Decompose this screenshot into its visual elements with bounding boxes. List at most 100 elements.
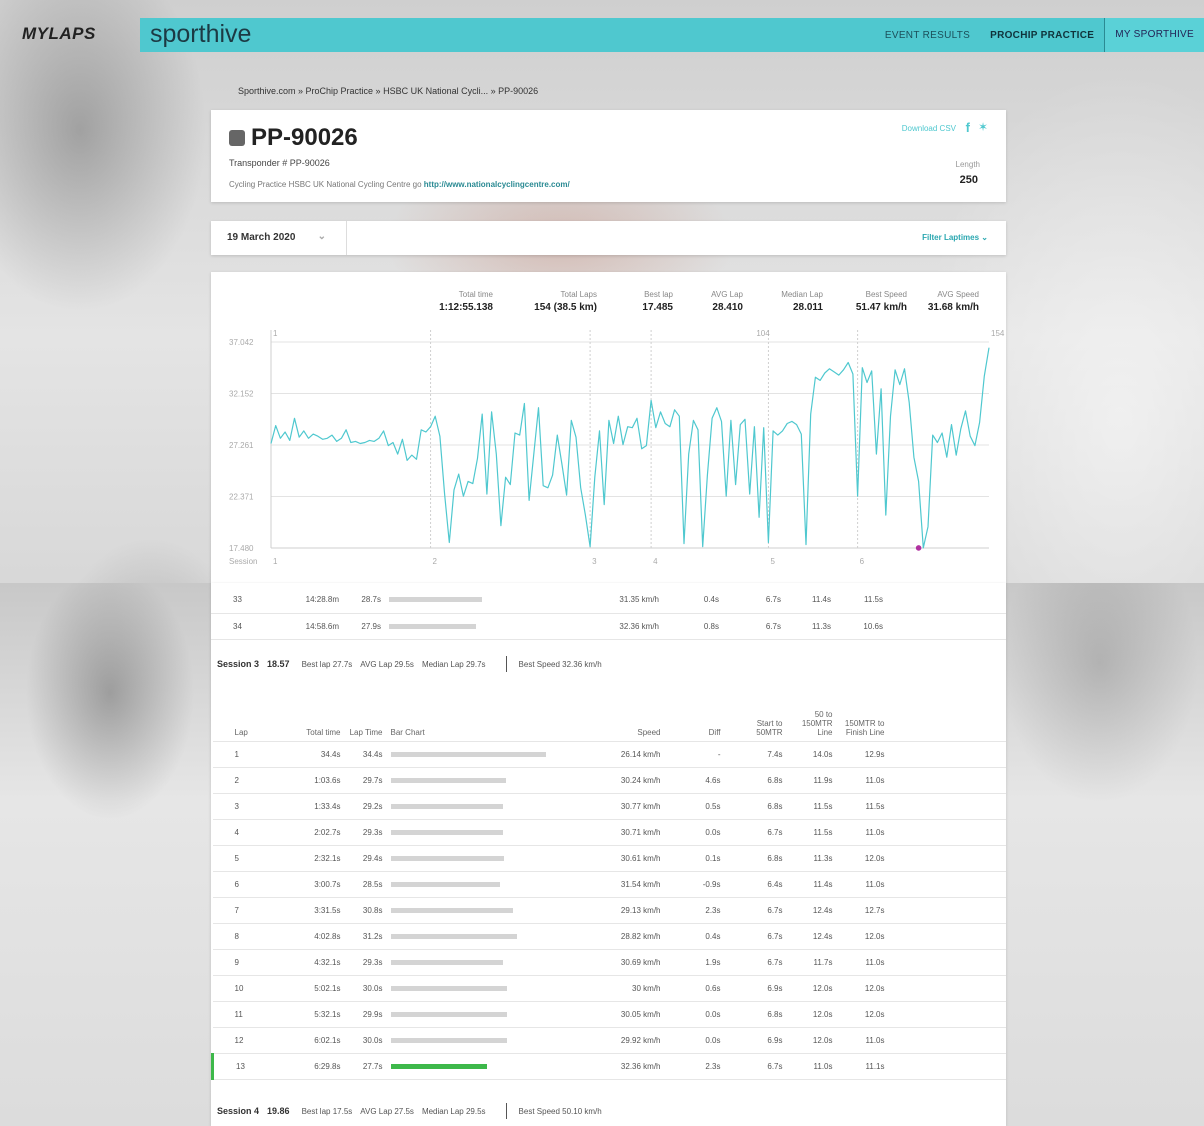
cell-lap: 8 [212, 923, 265, 950]
table-row[interactable]: 33 14:28.8m 28.7s 31.35 km/h 0.4s 6.7s 11.4s 11… [211, 587, 1006, 614]
session-time: 18.57 [267, 659, 290, 669]
cell-lap: 10 [212, 975, 265, 1002]
cell-spacer [888, 819, 1006, 846]
cell-mid: 12.0s [786, 1001, 837, 1028]
col-speed[interactable]: Speed [586, 683, 665, 742]
laps-table-card: 33 14:28.8m 28.7s 31.35 km/h 0.4s 6.7s 11.4s 11… [211, 583, 1006, 1126]
col-50-150[interactable]: 50 to 150MTR Line [786, 683, 837, 742]
table-row[interactable]: 8 4:02.8s 31.2s 28.82 km/h 0.4s 6.7s 12.4s 12.0… [212, 923, 1006, 950]
sporthive-logo[interactable]: sporthive [150, 20, 251, 49]
col-total-time[interactable]: Total time [264, 683, 345, 742]
col-spacer [888, 683, 1006, 742]
col-lap-time[interactable]: Lap Time [344, 683, 387, 742]
session-avg-lap: AVG Lap 27.5s [360, 1106, 414, 1116]
cell-total: 6:29.8s [264, 1053, 345, 1080]
lap-bar [390, 907, 513, 913]
twitter-icon[interactable]: ✶ [978, 120, 988, 134]
y-tick-label: 32.152 [229, 389, 254, 398]
cell-finish: 12.0s [836, 923, 889, 950]
col-lap[interactable]: Lap [212, 683, 265, 742]
cell-laptime: 30.0s [344, 1027, 387, 1054]
cell-laptime: 29.2s [344, 793, 387, 820]
divider [505, 1103, 507, 1119]
cell-laptime: 30.8s [344, 897, 387, 924]
cell-start: 6.7s [724, 923, 787, 950]
cell-laptime: 28.5s [344, 871, 387, 898]
table-row[interactable]: 9 4:32.1s 29.3s 30.69 km/h 1.9s 6.7s 11.7s 11.0… [212, 949, 1006, 976]
y-tick-label: 17.480 [229, 544, 254, 553]
lap-time-chart[interactable]: 37.042 32.152 27.261 22.371 17.480 1 2 3 4 5 6 Sess… [211, 272, 1006, 583]
table-row[interactable]: 7 3:31.5s 30.8s 29.13 km/h 2.3s 6.7s 12.4s 12.7… [212, 897, 1006, 924]
cell-mid: 11.4s [785, 587, 835, 614]
cell-lap: 33 [211, 587, 263, 614]
cell-lap: 6 [212, 871, 265, 898]
cell-speed: 30.24 km/h [586, 767, 665, 794]
cell-total: 1:33.4s [264, 793, 345, 820]
session-tick-label: 2 [433, 557, 438, 566]
cell-mid: 12.4s [786, 897, 837, 924]
table-row[interactable]: 10 5:02.1s 30.0s 30 km/h 0.6s 6.9s 12.0s 12.0s [212, 975, 1006, 1002]
cell-laptime: 27.9s [343, 613, 385, 640]
table-row[interactable]: 5 2:32.1s 29.4s 30.61 km/h 0.1s 6.8s 11.3s 12.0… [212, 845, 1006, 872]
nav-event-results[interactable]: EVENT RESULTS [875, 30, 980, 41]
table-row[interactable]: 1 34.4s 34.4s 26.14 km/h -7.4s 14.0s 12.9s [212, 741, 1006, 768]
download-csv-link[interactable]: Download CSV [902, 124, 956, 133]
cell-lap: 5 [212, 845, 265, 872]
top-bar: MYLAPS sporthive EVENT RESULTS PROCHIP P… [0, 18, 1204, 52]
lap-bar [390, 751, 546, 757]
date-selector[interactable]: 19 March 2020 ⌄ [211, 221, 347, 255]
table-row[interactable]: 2 1:03.6s 29.7s 30.24 km/h 4.6s 6.8s 11.9s 11.0… [212, 767, 1006, 794]
lap-bar-cell [386, 923, 587, 950]
cell-lap: 34 [211, 613, 263, 640]
cell-total: 1:03.6s [264, 767, 345, 794]
top-lap-label: 154 [991, 329, 1005, 338]
nav-my-sporthive[interactable]: MY SPORTHIVE [1104, 18, 1204, 52]
table-row[interactable]: 6 3:00.7s 28.5s 31.54 km/h -0.9s 6.4s 11.4s 11.… [212, 871, 1006, 898]
cell-diff: - [664, 741, 725, 768]
cell-lap: 12 [212, 1027, 265, 1054]
lap-bar [390, 777, 506, 783]
session-name: Session 3 [217, 659, 260, 669]
cell-finish: 12.0s [836, 845, 889, 872]
lap-bar-cell [386, 767, 587, 794]
top-lap-label: 1 [273, 329, 278, 338]
mylaps-logo[interactable]: MYLAPS [22, 24, 96, 44]
nav-prochip-practice[interactable]: PROCHIP PRACTICE [980, 30, 1104, 41]
breadcrumb[interactable]: Sporthive.com » ProChip Practice » HSBC … [238, 86, 538, 96]
table-row[interactable]: 13 6:29.8s 27.7s 32.36 km/h 2.3s 6.7s 11.0s 11.… [211, 1053, 1006, 1080]
cell-spacer [888, 741, 1006, 768]
cell-laptime: 29.7s [344, 767, 387, 794]
facebook-icon[interactable]: f [966, 120, 970, 135]
cell-finish: 12.0s [836, 1001, 889, 1028]
cell-spacer [888, 1027, 1006, 1054]
col-start-50[interactable]: Start to 50MTR [724, 683, 787, 742]
lap-bar-cell [386, 1001, 587, 1028]
cell-speed: 30.71 km/h [586, 819, 665, 846]
table-row[interactable]: 34 14:58.6m 27.9s 32.36 km/h 0.8s 6.7s 11.3s 10… [211, 613, 1006, 640]
date-value: 19 March 2020 [227, 232, 296, 243]
cell-speed: 30 km/h [586, 975, 665, 1002]
session4-summary[interactable]: Session 4 19.86 Best lap 17.5s AVG Lap 2… [211, 1096, 1006, 1126]
top-lap-label: 104 [756, 329, 770, 338]
cell-mid: 11.9s [786, 767, 837, 794]
cell-diff: 0.0s [664, 1027, 725, 1054]
table-row[interactable]: 11 5:32.1s 29.9s 30.05 km/h 0.0s 6.8s 12.0s 12.… [212, 1001, 1006, 1028]
track-link[interactable]: http://www.nationalcyclingcentre.com/ [424, 180, 570, 189]
cell-start: 6.8s [724, 1001, 787, 1028]
cell-speed: 30.77 km/h [586, 793, 665, 820]
table-row[interactable]: 12 6:02.1s 30.0s 29.92 km/h 0.0s 6.9s 12.0s 11.… [212, 1027, 1006, 1054]
col-diff[interactable]: Diff [664, 683, 725, 742]
cell-spacer [888, 793, 1006, 820]
cell-finish: 12.7s [836, 897, 889, 924]
y-tick-label: 37.042 [229, 338, 254, 347]
cell-start: 6.9s [724, 975, 787, 1002]
table-row[interactable]: 3 1:33.4s 29.2s 30.77 km/h 0.5s 6.8s 11.5s 11.5… [212, 793, 1006, 820]
cell-diff: 0.6s [664, 975, 725, 1002]
lap-bar [389, 597, 482, 603]
cell-start: 6.7s [724, 819, 787, 846]
filter-laptimes-button[interactable]: Filter Laptimes ⌄ [922, 233, 988, 242]
col-150-finish[interactable]: 150MTR to Finish Line [836, 683, 889, 742]
cell-total: 5:02.1s [264, 975, 345, 1002]
table-row[interactable]: 4 2:02.7s 29.3s 30.71 km/h 0.0s 6.7s 11.5s 11.0… [212, 819, 1006, 846]
session3-summary[interactable]: Session 3 18.57 Best lap 27.7s AVG Lap 2… [211, 649, 1006, 679]
